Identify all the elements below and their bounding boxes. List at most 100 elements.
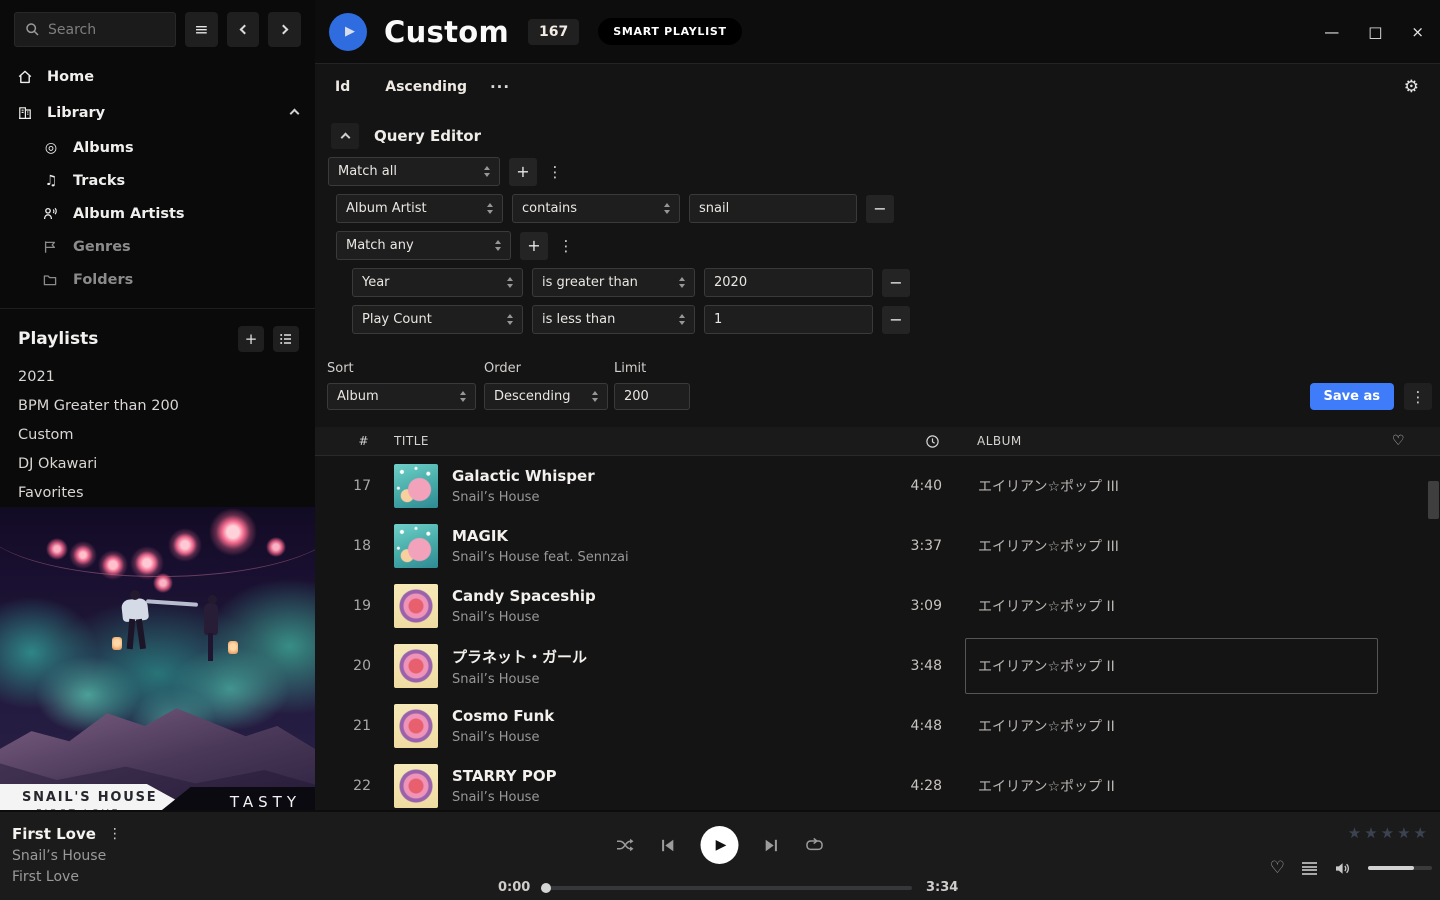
- track-duration: 3:09: [884, 598, 944, 614]
- track-album[interactable]: エイリアン☆ポップ III: [965, 458, 1378, 514]
- table-row[interactable]: 20 プラネット・ガール Snail’s House 3:48 エイリアン☆ポッ…: [315, 636, 1440, 696]
- now-playing-title[interactable]: First Love: [12, 825, 96, 843]
- sidebar-item-label: Albums: [73, 140, 134, 156]
- add-rule-button[interactable]: +: [520, 232, 548, 260]
- previous-icon: [660, 838, 676, 853]
- chevron-right-icon: [278, 25, 288, 35]
- sidebar-item-library[interactable]: Library: [0, 95, 315, 131]
- group-options-button[interactable]: ⋮: [557, 237, 575, 255]
- more-options-button[interactable]: ···: [490, 78, 510, 96]
- repeat-button[interactable]: [805, 837, 825, 853]
- progress-slider[interactable]: [542, 886, 912, 890]
- rating-stars: ★ ★ ★ ★ ★: [1348, 824, 1427, 842]
- rule-operator-select[interactable]: is greater than: [532, 268, 695, 297]
- playlist-item[interactable]: BPM Greater than 200: [18, 391, 297, 420]
- sidebar-item-albums[interactable]: ◎ Albums: [42, 131, 315, 164]
- save-options-button[interactable]: ⋮: [1404, 383, 1432, 410]
- sidebar-item-album-artists[interactable]: Album Artists: [42, 197, 315, 230]
- rule-field-select[interactable]: Album Artist: [336, 194, 503, 223]
- table-row[interactable]: 18 MAGIK Snail’s House feat. Sennzai 3:3…: [315, 516, 1440, 576]
- shuffle-button[interactable]: [616, 837, 635, 853]
- table-row[interactable]: 19 Candy Spaceship Snail’s House 3:09 エイ…: [315, 576, 1440, 636]
- rule-value-input[interactable]: [689, 194, 857, 223]
- back-button[interactable]: [227, 12, 260, 47]
- column-header-duration[interactable]: [884, 434, 944, 449]
- now-playing-options-button[interactable]: ⋮: [108, 826, 122, 842]
- sidebar-item-folders[interactable]: Folders: [42, 263, 315, 296]
- now-playing-album[interactable]: First Love: [12, 869, 122, 885]
- star-icon[interactable]: ★: [1397, 824, 1410, 842]
- play-playlist-button[interactable]: ▶: [329, 13, 367, 51]
- collapse-chevron-icon[interactable]: [290, 108, 300, 118]
- column-header-number[interactable]: #: [315, 434, 379, 448]
- queue-button[interactable]: [1302, 862, 1317, 874]
- track-album[interactable]: エイリアン☆ポップ III: [965, 518, 1378, 574]
- save-as-button[interactable]: Save as: [1310, 383, 1394, 410]
- rule-value-input[interactable]: [704, 268, 873, 297]
- add-playlist-button[interactable]: +: [238, 326, 264, 352]
- select-spinner-icon: [507, 277, 513, 288]
- table-row[interactable]: 21 Cosmo Funk Snail’s House 4:48 エイリアン☆ポ…: [315, 696, 1440, 756]
- column-header-album[interactable]: ALBUM: [967, 434, 1380, 448]
- forward-button[interactable]: [268, 12, 301, 47]
- sidebar-item-home[interactable]: Home: [0, 59, 315, 95]
- rule-field-select[interactable]: Play Count: [352, 305, 523, 334]
- remove-rule-button[interactable]: −: [882, 306, 910, 334]
- next-track-button[interactable]: [764, 838, 780, 853]
- settings-gear-icon[interactable]: ⚙: [1404, 77, 1419, 97]
- match-any-select[interactable]: Match any: [336, 231, 511, 260]
- menu-button[interactable]: ≡: [185, 12, 218, 47]
- rule-field-select[interactable]: Year: [352, 268, 523, 297]
- track-duration: 4:40: [884, 478, 944, 494]
- rule-value-input[interactable]: [704, 305, 873, 334]
- search-input[interactable]: [48, 22, 165, 38]
- table-row[interactable]: 17 Galactic Whisper Snail’s House 4:40 エ…: [315, 456, 1440, 516]
- sidebar-item-tracks[interactable]: ♫ Tracks: [42, 164, 315, 197]
- now-playing-artist[interactable]: Snail’s House: [12, 848, 122, 864]
- track-album[interactable]: エイリアン☆ポップ II: [965, 578, 1378, 634]
- volume-slider[interactable]: [1368, 866, 1432, 870]
- playlist-item[interactable]: DJ Okawari: [18, 449, 297, 478]
- order-select[interactable]: Descending: [484, 383, 608, 410]
- sort-field-button[interactable]: Id: [335, 79, 350, 95]
- add-rule-button[interactable]: +: [509, 158, 537, 186]
- collapse-query-editor-button[interactable]: [331, 123, 359, 149]
- group-options-button[interactable]: ⋮: [546, 163, 564, 181]
- close-button[interactable]: ×: [1411, 23, 1424, 41]
- remove-rule-button[interactable]: −: [866, 195, 894, 223]
- star-icon[interactable]: ★: [1348, 824, 1361, 842]
- minimize-button[interactable]: —: [1324, 23, 1339, 41]
- progress-knob[interactable]: [541, 883, 551, 893]
- volume-icon[interactable]: [1334, 861, 1351, 876]
- track-album[interactable]: エイリアン☆ポップ II: [965, 698, 1378, 754]
- sort-direction-button[interactable]: Ascending: [385, 79, 467, 95]
- previous-track-button[interactable]: [660, 838, 676, 853]
- maximize-button[interactable]: □: [1368, 23, 1382, 41]
- star-icon[interactable]: ★: [1364, 824, 1377, 842]
- favorite-button[interactable]: ♡: [1270, 858, 1285, 878]
- match-all-select[interactable]: Match all: [328, 157, 500, 186]
- main-content: ▶ Custom 167 SMART PLAYLIST — □ × Id Asc…: [315, 0, 1440, 810]
- star-icon[interactable]: ★: [1381, 824, 1394, 842]
- search-box[interactable]: [14, 12, 176, 47]
- playlist-item[interactable]: Favorites: [18, 478, 297, 507]
- scrollbar-thumb[interactable]: [1428, 481, 1439, 519]
- playlist-list-button[interactable]: [273, 326, 299, 352]
- column-header-favorite[interactable]: ♡: [1380, 433, 1440, 449]
- play-pause-button[interactable]: ▶: [701, 826, 739, 864]
- track-album-focused[interactable]: エイリアン☆ポップ II: [965, 638, 1378, 694]
- track-title: Cosmo Funk: [452, 707, 884, 725]
- star-icon[interactable]: ★: [1414, 824, 1427, 842]
- column-header-title[interactable]: TITLE: [379, 434, 884, 448]
- sort-select[interactable]: Album: [327, 383, 476, 410]
- table-row[interactable]: 22 STARRY POP Snail’s House 4:28 エイリアン☆ポ…: [315, 756, 1440, 810]
- sidebar-item-genres[interactable]: Genres: [42, 230, 315, 263]
- rule-operator-select[interactable]: contains: [512, 194, 680, 223]
- remove-rule-button[interactable]: −: [882, 269, 910, 297]
- album-art-thumbnail: [394, 524, 438, 568]
- limit-input[interactable]: [614, 383, 690, 410]
- playlist-item[interactable]: Custom: [18, 420, 297, 449]
- playlist-item[interactable]: 2021: [18, 362, 297, 391]
- rule-operator-select[interactable]: is less than: [532, 305, 695, 334]
- track-album[interactable]: エイリアン☆ポップ II: [965, 758, 1378, 810]
